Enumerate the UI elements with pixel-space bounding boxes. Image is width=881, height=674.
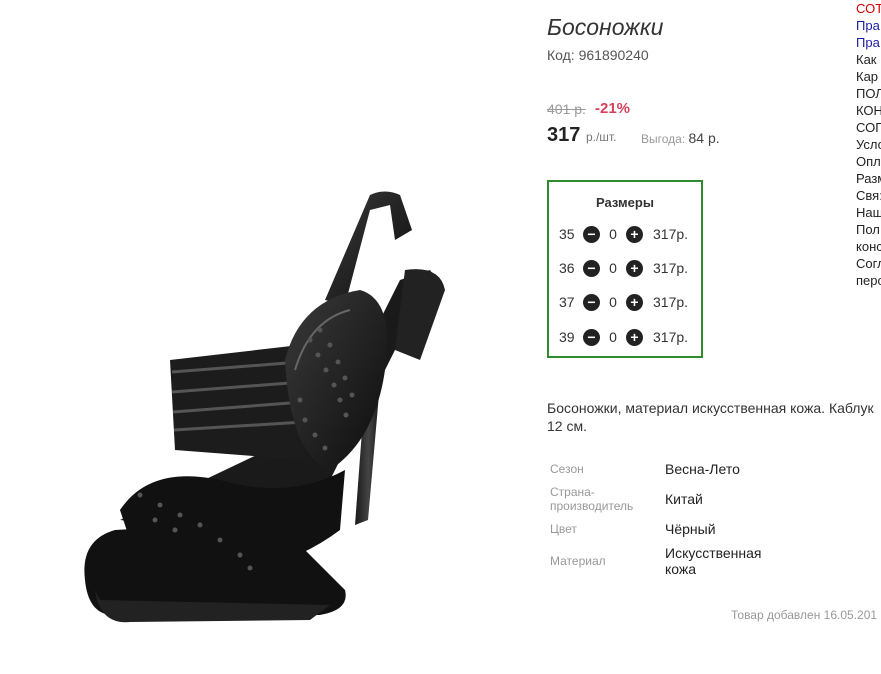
attribute-value: Чёрный <box>665 521 716 537</box>
savings-label: Выгода: <box>641 132 686 146</box>
size-price: 317р. <box>653 294 689 310</box>
size-price: 317р. <box>653 226 689 242</box>
side-menu-link[interactable]: Согл <box>856 255 881 272</box>
size-label: 36 <box>559 260 575 276</box>
discount-badge: -21% <box>595 100 631 117</box>
side-menu-link[interactable]: СОТ <box>856 0 881 17</box>
product-code: Код: 961890240 <box>547 47 649 63</box>
side-menu-link[interactable]: Опл <box>856 153 881 170</box>
plus-circle-icon[interactable]: + <box>626 225 643 243</box>
savings: Выгода: 84 р. <box>641 130 720 146</box>
size-price: 317р. <box>653 329 689 345</box>
side-menu-link[interactable]: КОН <box>856 102 881 119</box>
size-label: 37 <box>559 294 575 310</box>
plus-circle-icon[interactable]: + <box>626 259 643 277</box>
attribute-value: Весна-Лето <box>665 461 740 477</box>
attribute-value: Искусственная кожа <box>665 545 762 577</box>
product-description: Босоножки, материал искусственная кожа. … <box>547 400 874 434</box>
side-menu-link[interactable]: Пра <box>856 34 881 51</box>
old-price: 401 р. <box>547 101 586 117</box>
size-quantity: 0 <box>609 260 617 276</box>
size-label: 35 <box>559 226 575 242</box>
size-quantity: 0 <box>609 329 617 345</box>
side-menu-link[interactable]: ПОЛ <box>856 85 881 102</box>
minus-circle-icon[interactable]: − <box>583 259 600 277</box>
side-menu-link[interactable]: Нащ <box>856 204 881 221</box>
product-photo[interactable] <box>0 0 535 669</box>
size-row: 39 − 0 + 317р. <box>559 326 688 348</box>
sizes-title: Размеры <box>596 195 654 210</box>
attribute-value: Китай <box>665 491 703 507</box>
attribute-label: Сезон <box>550 462 584 476</box>
size-row: 35 − 0 + 317р. <box>559 223 688 245</box>
side-menu-link[interactable]: Кар <box>856 68 881 85</box>
side-menu-link[interactable]: СОГ <box>856 119 881 136</box>
attribute-label: Цвет <box>550 522 577 536</box>
plus-circle-icon[interactable]: + <box>626 293 643 311</box>
size-row: 37 − 0 + 317р. <box>559 291 688 313</box>
savings-value: 84 р. <box>688 130 720 146</box>
side-menu-link[interactable]: Разм <box>856 170 881 187</box>
side-menu-link[interactable]: Как <box>856 51 881 68</box>
side-menu-link[interactable]: перс <box>856 272 881 289</box>
side-menu-link[interactable]: Усло <box>856 136 881 153</box>
minus-circle-icon[interactable]: − <box>583 225 600 243</box>
size-quantity: 0 <box>609 226 617 242</box>
attribute-label: Материал <box>550 554 606 568</box>
sizes-panel: Размеры 35 − 0 + 317р. 36 − 0 + 317р. 37… <box>547 180 703 358</box>
size-price: 317р. <box>653 260 689 276</box>
minus-circle-icon[interactable]: − <box>583 293 600 311</box>
attribute-label: Страна-производитель <box>550 485 634 513</box>
size-label: 39 <box>559 329 575 345</box>
minus-circle-icon[interactable]: − <box>583 328 600 346</box>
side-menu: СОТ Пра Пра Как Кар ПОЛ КОН СОГ Усло Опл… <box>856 0 881 289</box>
side-menu-link[interactable]: Свя: <box>856 187 881 204</box>
size-row: 36 − 0 + 317р. <box>559 257 688 279</box>
side-menu-link[interactable]: Пра <box>856 17 881 34</box>
added-date: Товар добавлен 16.05.201 <box>731 608 878 622</box>
sandal-image <box>84 191 445 623</box>
size-quantity: 0 <box>609 294 617 310</box>
side-menu-link[interactable]: конс <box>856 238 881 255</box>
current-price: 317 р./шт. <box>547 124 616 147</box>
plus-circle-icon[interactable]: + <box>626 328 643 346</box>
price-unit: р./шт. <box>585 130 617 144</box>
side-menu-link[interactable]: Пол <box>856 221 881 238</box>
product-title: Босоножки <box>547 14 664 40</box>
price-value: 317 <box>547 124 581 146</box>
